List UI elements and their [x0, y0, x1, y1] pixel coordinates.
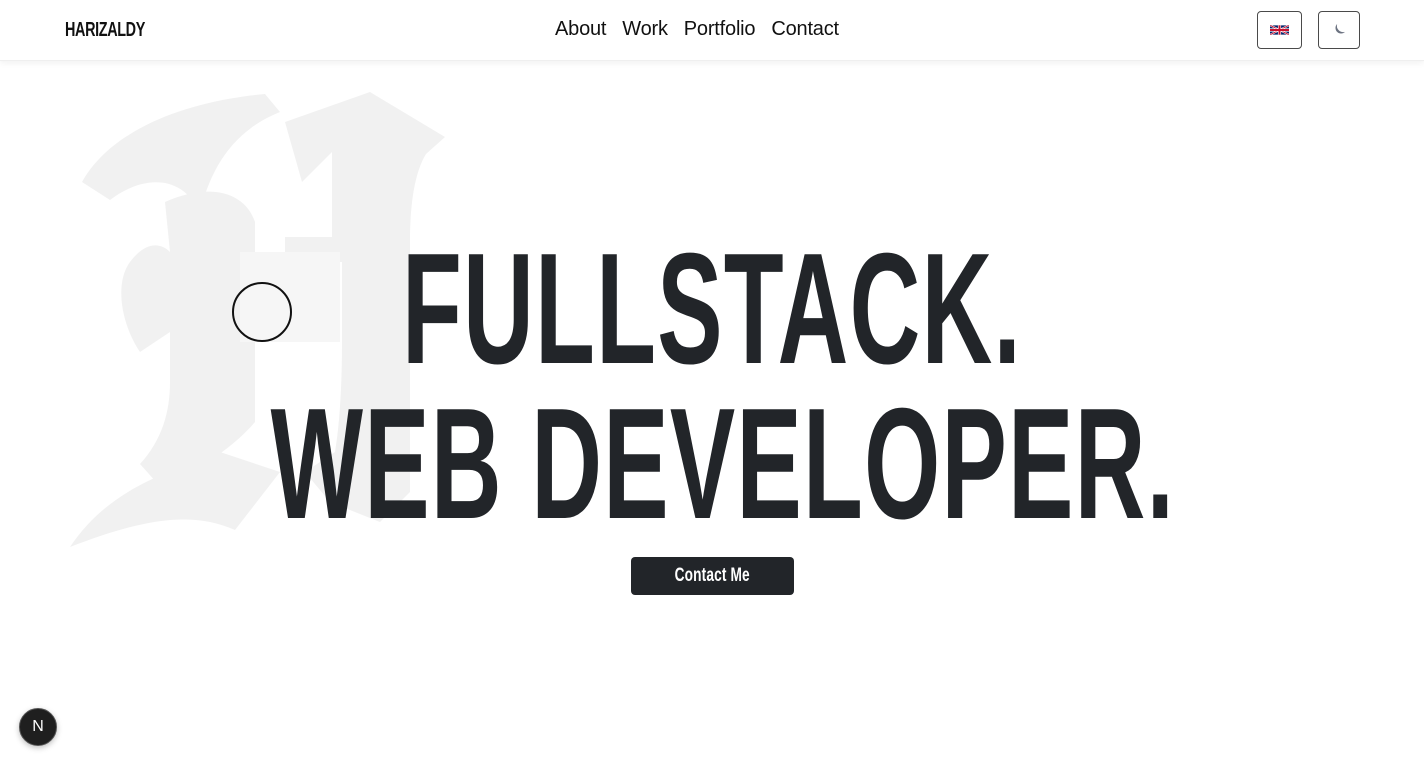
- uk-flag-icon: [1270, 25, 1289, 35]
- cursor-ring: [232, 282, 292, 342]
- language-toggle-button[interactable]: [1257, 11, 1302, 49]
- nav-link-about[interactable]: About: [555, 18, 606, 41]
- main-nav: About Work Portfolio Contact: [555, 18, 839, 41]
- site-header: HARIZALDY About Work Portfolio Contact: [0, 0, 1424, 61]
- nav-link-work[interactable]: Work: [622, 18, 668, 41]
- contact-me-button-label: Contact Me: [674, 565, 751, 586]
- site-logo[interactable]: HARIZALDY: [65, 19, 145, 42]
- contact-me-button[interactable]: Contact Me: [631, 557, 794, 595]
- moon-icon: [1335, 24, 1345, 34]
- nextjs-dev-badge[interactable]: N: [19, 708, 57, 746]
- nav-link-contact[interactable]: Contact: [771, 18, 839, 41]
- hero-title-line-2: WEB DEVELOPER.: [270, 376, 1176, 552]
- nextjs-logo-icon: N: [32, 718, 44, 735]
- nav-link-portfolio[interactable]: Portfolio: [684, 18, 756, 41]
- hero-title-line-1: FULLSTACK.: [401, 221, 1023, 397]
- theme-toggle-button[interactable]: [1318, 11, 1360, 49]
